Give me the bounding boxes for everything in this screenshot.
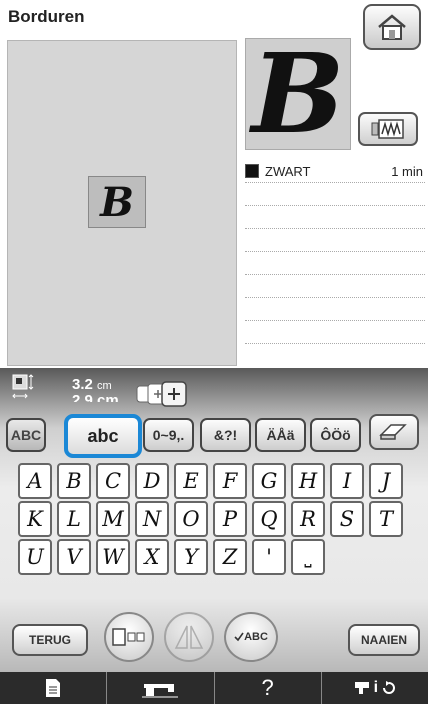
key-letter[interactable]: F [213,463,247,499]
empty-color-row [245,252,425,275]
pattern-width: 3.2 cm [72,376,112,393]
key-letter[interactable]: H [291,463,325,499]
back-button[interactable]: TERUG [12,624,88,656]
width-value: 3.2 [72,376,93,393]
array-button[interactable] [104,612,154,662]
array-icon [112,628,145,646]
tab-accents-1[interactable]: ÄÅä [255,418,306,452]
thread-color-list: ZWART 1 min [245,160,425,344]
key-letter[interactable]: N [135,501,169,537]
key-letter[interactable]: Q [252,501,286,537]
key-letter[interactable]: S [330,501,364,537]
color-time: 1 min [391,163,423,179]
key-letter[interactable]: V [57,539,91,575]
size-change-button[interactable] [136,380,196,408]
sewing-machine-icon [142,684,179,698]
key-letter[interactable]: G [252,463,286,499]
check-icon [234,632,244,642]
key-letter[interactable]: L [57,501,91,537]
tab-lowercase[interactable]: abc [64,414,142,458]
tab-symbols[interactable]: &?! [200,418,251,452]
empty-color-row [245,298,425,321]
color-name: ZWART [265,163,311,179]
key-letter[interactable]: E [174,463,208,499]
key-letter[interactable]: A [18,463,52,499]
key-letter[interactable]: Z [213,539,247,575]
empty-color-row [245,229,425,252]
rotate-icon [383,681,396,694]
key-letter[interactable]: P [213,501,247,537]
pattern-thumbnail: B [245,38,351,150]
document-icon [46,679,61,697]
pattern-height: 2.9 cm [72,392,119,402]
eraser-icon [379,424,407,440]
tab-uppercase[interactable]: ABC [6,418,46,452]
key-letter[interactable]: R [291,501,325,537]
text-check-label: ABC [244,631,268,643]
key-letter[interactable]: T [369,501,403,537]
key-letter[interactable]: M [96,501,130,537]
settings-icon [354,682,369,694]
key-letter[interactable]: U [18,539,52,575]
thread-spool-icon [371,119,404,139]
empty-color-row [245,183,425,206]
empty-color-row [245,275,425,298]
key-letter[interactable]: I [330,463,364,499]
preview-pattern[interactable]: B [88,176,146,228]
mirror-button[interactable] [164,612,214,662]
bottom-help-button[interactable]: ? [213,672,321,704]
key-letter[interactable]: ' [252,539,286,575]
tab-numbers[interactable]: 0~9,. [143,418,194,452]
bottom-settings-button[interactable]: i [320,672,428,704]
bottom-manual-button[interactable] [0,672,106,704]
thread-display-button[interactable] [358,112,418,146]
width-unit: cm [97,380,112,392]
empty-color-row [245,206,425,229]
key-letter[interactable]: Y [174,539,208,575]
tab-accents-2[interactable]: ÔÖö [310,418,361,452]
bottom-bar: ? i [0,672,428,704]
key-space[interactable]: ⎵ [291,539,325,575]
home-button[interactable] [363,4,421,50]
key-letter[interactable]: D [135,463,169,499]
info-label: i [373,679,379,696]
key-letter[interactable]: B [57,463,91,499]
color-row: ZWART 1 min [245,160,425,183]
home-icon [378,14,406,40]
key-letter[interactable]: C [96,463,130,499]
key-letter[interactable]: W [96,539,130,575]
size-icon [12,374,34,399]
key-letter[interactable]: O [174,501,208,537]
key-letter[interactable]: J [369,463,403,499]
text-check-button[interactable]: ABC [224,612,278,662]
mirror-icon [174,625,204,649]
key-letter[interactable]: X [135,539,169,575]
delete-button[interactable] [369,414,419,450]
sew-button[interactable]: NAAIEN [348,624,420,656]
bottom-machine-button[interactable] [106,672,213,704]
color-swatch [245,164,259,178]
empty-color-row [245,321,425,344]
key-letter[interactable]: K [18,501,52,537]
page-title: Borduren [8,7,85,26]
